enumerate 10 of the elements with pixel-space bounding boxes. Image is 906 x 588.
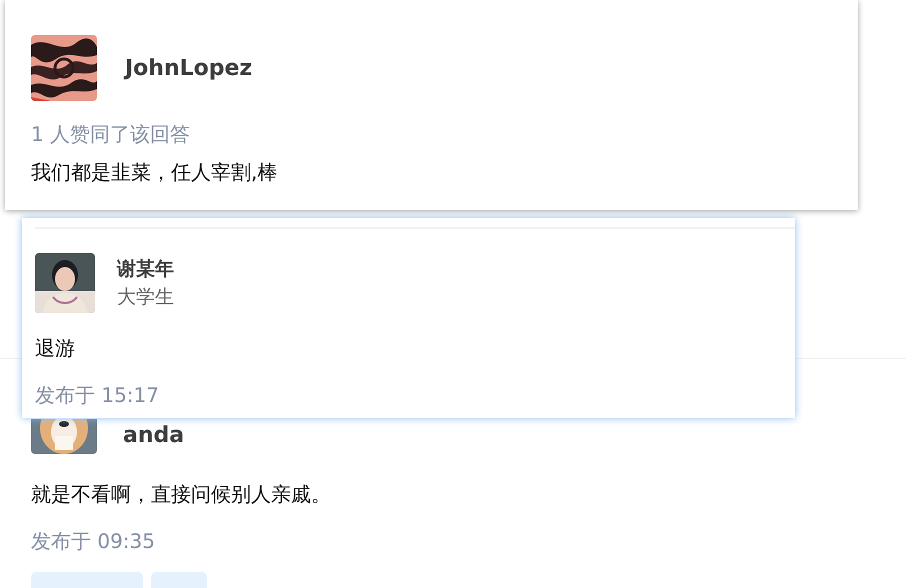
- answer-text: 就是不看啊，直接问候别人亲戚。: [31, 481, 332, 508]
- answer-text: 我们都是韭菜，任人宰割,棒: [31, 159, 278, 186]
- user-name: anda: [123, 422, 184, 448]
- post-time: 发布于 15:17: [35, 382, 160, 409]
- post-time: 发布于 09:35: [31, 528, 156, 555]
- comment-text: 退游: [35, 335, 76, 362]
- user-headline: 大学生: [117, 285, 174, 310]
- user-name: 谢某年: [117, 256, 174, 282]
- vote-count: 1 人赞同了该回答: [31, 121, 192, 148]
- user-name: JohnLopez: [125, 54, 252, 82]
